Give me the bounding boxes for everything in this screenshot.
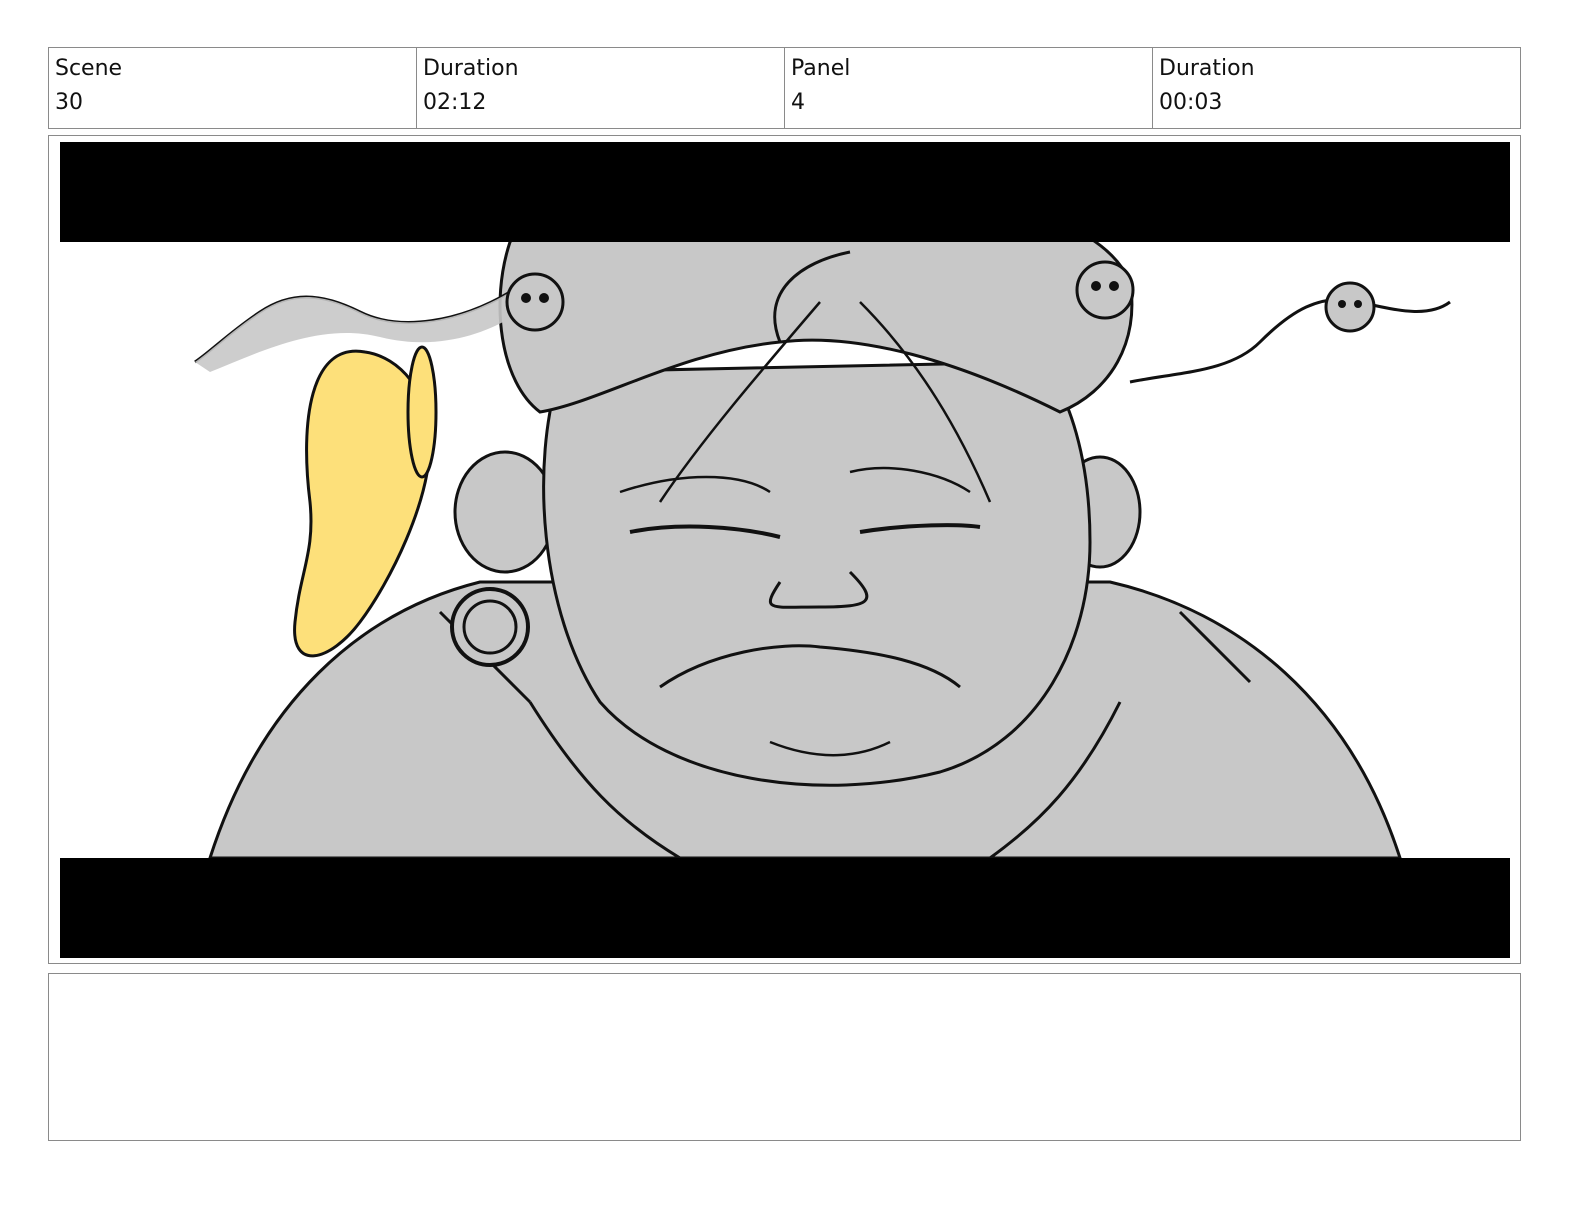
scene-duration-cell: Duration 02:12 bbox=[417, 48, 785, 128]
scene-label: Scene bbox=[55, 56, 123, 81]
scene-duration-label: Duration bbox=[423, 56, 519, 81]
panel-notes-box bbox=[48, 973, 1521, 1141]
skull-clip-left bbox=[505, 272, 565, 332]
panel-duration-cell: Duration 00:03 bbox=[1153, 48, 1520, 128]
scene-duration-value: 02:12 bbox=[423, 90, 487, 115]
skull-clip-right bbox=[1075, 260, 1135, 320]
scene-value: 30 bbox=[55, 90, 83, 115]
skull-clip-far-right bbox=[1324, 281, 1376, 333]
storyboard-sketch bbox=[60, 142, 1510, 958]
character-head bbox=[542, 360, 1092, 787]
storyboard-header: Scene 30 Duration 02:12 Panel 4 Duration… bbox=[48, 47, 1521, 129]
panel-duration-value: 00:03 bbox=[1159, 90, 1223, 115]
panel-duration-label: Duration bbox=[1159, 56, 1255, 81]
letterbox-top bbox=[60, 142, 1510, 242]
panel-value: 4 bbox=[791, 90, 805, 115]
letterbox-bottom bbox=[60, 858, 1510, 958]
panel-cell: Panel 4 bbox=[785, 48, 1153, 128]
panel-label: Panel bbox=[791, 56, 851, 81]
scene-cell: Scene 30 bbox=[49, 48, 417, 128]
storyboard-panel-frame bbox=[48, 135, 1521, 964]
